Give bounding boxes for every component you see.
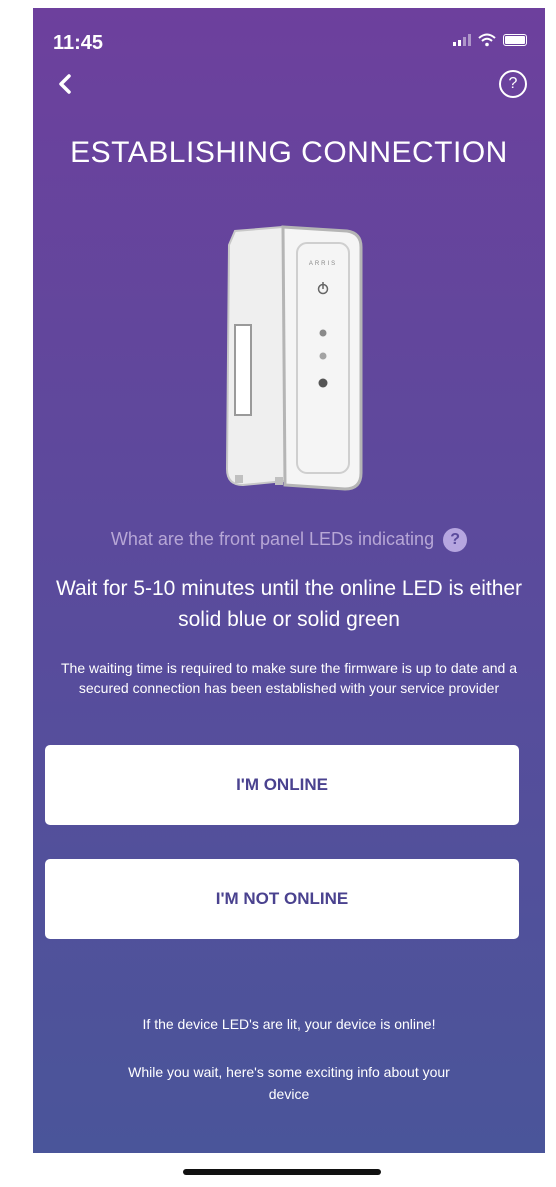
upstream-led-icon [319, 352, 327, 360]
battery-icon [503, 34, 527, 46]
back-button[interactable] [49, 68, 81, 100]
im-online-button[interactable]: I'M ONLINE [45, 745, 519, 825]
status-time: 11:45 [53, 32, 104, 54]
lit-note: If the device LED's are lit, your device… [142, 1016, 436, 1032]
home-indicator[interactable] [183, 1169, 381, 1175]
question-circle-icon: ? [508, 75, 518, 92]
wifi-icon [478, 33, 496, 47]
chevron-left-icon [59, 74, 71, 94]
app-screen: 11:45 ? ESTABLISHING CONNECTION ARRIS Wh… [33, 8, 545, 1153]
cable-modem-image: ARRIS [225, 225, 363, 491]
wait-info-link[interactable]: While you wait, here's some exciting inf… [113, 1061, 465, 1105]
cellular-signal-icon [453, 34, 471, 46]
led-question[interactable]: What are the front panel LEDs indicating… [33, 528, 545, 552]
page-title: ESTABLISHING CONNECTION [70, 136, 508, 169]
wait-instruction: Wait for 5-10 minutes until the online L… [55, 577, 523, 631]
question-icon: ? [443, 528, 468, 552]
wait-detail: The waiting time is required to make sur… [61, 660, 517, 696]
online-led-icon [318, 378, 328, 388]
status-icons [453, 33, 527, 47]
led-question-text: What are the front panel LEDs indicating [110, 528, 435, 549]
help-button[interactable]: ? [499, 70, 527, 98]
device-brand-text: ARRIS [309, 261, 337, 267]
downstream-led-icon [319, 329, 327, 337]
im-not-online-button[interactable]: I'M NOT ONLINE [45, 859, 519, 939]
